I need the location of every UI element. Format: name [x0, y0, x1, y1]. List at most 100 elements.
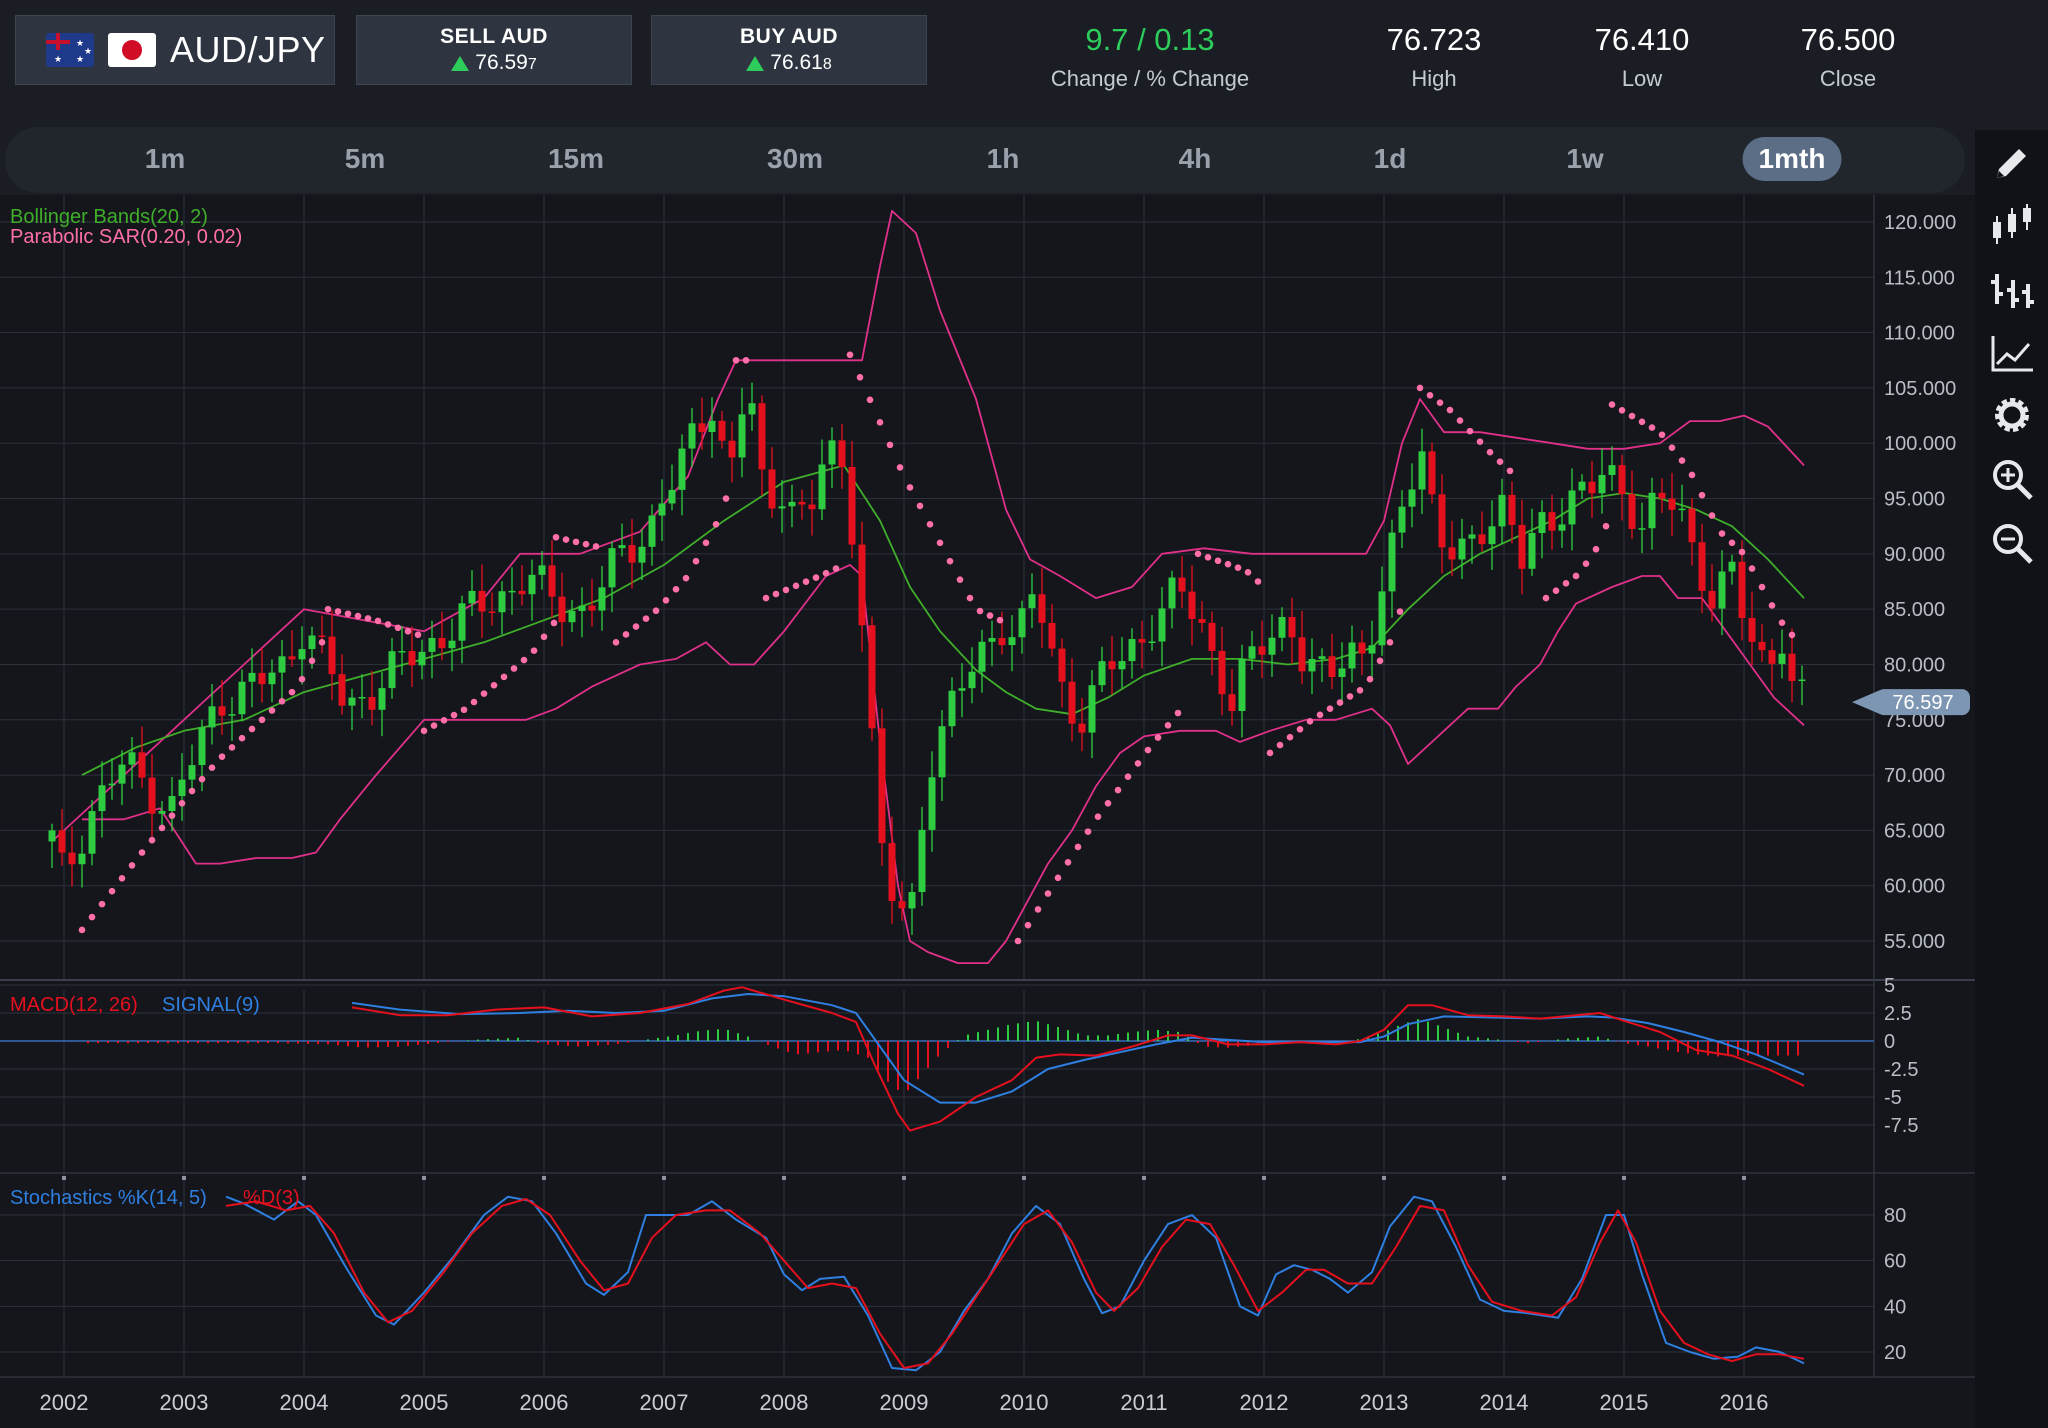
- sar-dot: [1446, 406, 1454, 414]
- candle-body: [1618, 465, 1626, 495]
- timeframe-1d[interactable]: 1d: [1358, 137, 1423, 181]
- timeframe-1mth[interactable]: 1mth: [1742, 137, 1842, 181]
- sar-dot: [1034, 906, 1042, 913]
- sar-dot: [278, 698, 286, 705]
- sar-dot: [642, 615, 650, 622]
- candle-body: [1728, 561, 1736, 572]
- sar-dot: [1628, 412, 1636, 420]
- sar-dot: [1084, 828, 1092, 835]
- candlestick-icon[interactable]: [1989, 202, 2035, 248]
- sar-dot: [308, 657, 316, 665]
- time-tick-label: 2010: [1000, 1390, 1049, 1415]
- candle-body: [578, 605, 586, 611]
- gear-icon[interactable]: [1989, 392, 2035, 438]
- currency-pair-selector[interactable]: ★ ★ ★ ★ AUD/JPY: [15, 15, 335, 85]
- sar-dot: [218, 753, 226, 760]
- macd-tick-label: 5: [1884, 975, 1895, 997]
- buy-price: 76.61: [770, 51, 823, 74]
- sar-dot: [1728, 539, 1736, 547]
- candle-body: [1028, 594, 1036, 609]
- candle-body: [558, 596, 566, 623]
- price-tick-label: 110.000: [1884, 323, 1955, 345]
- timeframe-1m[interactable]: 1m: [129, 137, 201, 181]
- timeframe-5m[interactable]: 5m: [329, 137, 401, 181]
- sar-dot: [582, 540, 590, 548]
- timeframe-1w[interactable]: 1w: [1550, 137, 1619, 181]
- time-tick-label: 2014: [1480, 1390, 1529, 1415]
- sar-dot: [1486, 448, 1494, 456]
- time-tick-mark: [1502, 1176, 1506, 1180]
- candle-body: [668, 489, 676, 504]
- time-tick-label: 2011: [1120, 1390, 1167, 1415]
- sar-dot: [324, 605, 332, 613]
- candle-body: [1388, 532, 1396, 592]
- line-chart-icon[interactable]: [1989, 330, 2035, 376]
- sar-dot: [1244, 568, 1252, 576]
- buy-button[interactable]: BUY AUD 76.618: [651, 15, 927, 85]
- candle-body: [798, 501, 806, 505]
- sar-dot: [1496, 458, 1504, 465]
- pencil-icon[interactable]: [1989, 140, 2035, 186]
- candle-body: [88, 811, 96, 854]
- change-value: 9.7 / 0.13: [1085, 22, 1215, 57]
- candle-body: [1548, 512, 1556, 531]
- candle-body: [1778, 653, 1786, 664]
- candle-body: [758, 403, 766, 470]
- candle-body: [388, 651, 396, 689]
- candle-body: [1488, 526, 1496, 545]
- sar-dot: [178, 800, 186, 807]
- candle-body: [938, 726, 946, 778]
- sar-dot: [1506, 467, 1514, 475]
- candle-body: [1158, 608, 1166, 642]
- timeframe-1h[interactable]: 1h: [971, 137, 1036, 181]
- sar-dot: [520, 656, 528, 664]
- sell-button[interactable]: SELL AUD 76.597: [356, 15, 632, 85]
- zoom-out-icon[interactable]: [1989, 520, 2035, 566]
- sar-dot: [906, 484, 914, 491]
- sar-dot: [1748, 565, 1756, 572]
- zoom-in-icon[interactable]: [1989, 456, 2035, 502]
- price-tick-label: 70.000: [1884, 765, 1945, 787]
- candle-body: [1438, 494, 1446, 548]
- sar-dot: [208, 764, 216, 772]
- timeframe-30m[interactable]: 30m: [751, 137, 839, 181]
- sar-dot: [318, 639, 326, 646]
- low-stat: 76.410 Low: [1582, 22, 1702, 92]
- sar-dot: [1276, 741, 1284, 749]
- candle-body: [1088, 685, 1096, 733]
- candle-body: [78, 853, 86, 865]
- sar-dot: [1476, 438, 1484, 445]
- candle-body: [1638, 528, 1646, 530]
- candle-body: [58, 830, 66, 853]
- sar-dot: [384, 621, 392, 628]
- sar-dot: [1014, 937, 1022, 945]
- candle-body: [868, 625, 876, 729]
- candle-body: [1058, 648, 1066, 682]
- candle-body: [398, 651, 406, 653]
- sar-dot: [1254, 578, 1262, 585]
- sar-dot: [1602, 522, 1610, 530]
- sar-dot: [572, 538, 580, 546]
- timeframe-15m[interactable]: 15m: [532, 137, 620, 181]
- time-tick-mark: [1022, 1176, 1026, 1180]
- sar-dot: [1426, 391, 1434, 399]
- candle-body: [1678, 508, 1686, 511]
- sar-dot: [414, 631, 422, 639]
- close-value: 76.500: [1800, 22, 1896, 57]
- sar-dot: [248, 725, 256, 733]
- time-tick-mark: [902, 1176, 906, 1180]
- sar-dot: [946, 557, 954, 565]
- candle-body: [568, 610, 576, 623]
- sell-price: 76.59: [475, 51, 528, 74]
- candle-body: [418, 651, 426, 666]
- sar-dot: [480, 690, 488, 697]
- timeframe-4h[interactable]: 4h: [1163, 137, 1228, 181]
- candle-body: [928, 777, 936, 830]
- bar-chart-icon[interactable]: [1989, 266, 2035, 312]
- price-chart[interactable]: 120.000 115.000 110.000 105.000 100.000 95.00…: [0, 195, 1975, 1428]
- candle-body: [188, 765, 196, 780]
- sar-dot: [354, 612, 362, 620]
- sar-dot: [168, 812, 176, 819]
- candle-body: [538, 565, 546, 575]
- buy-label: BUY AUD: [739, 25, 838, 48]
